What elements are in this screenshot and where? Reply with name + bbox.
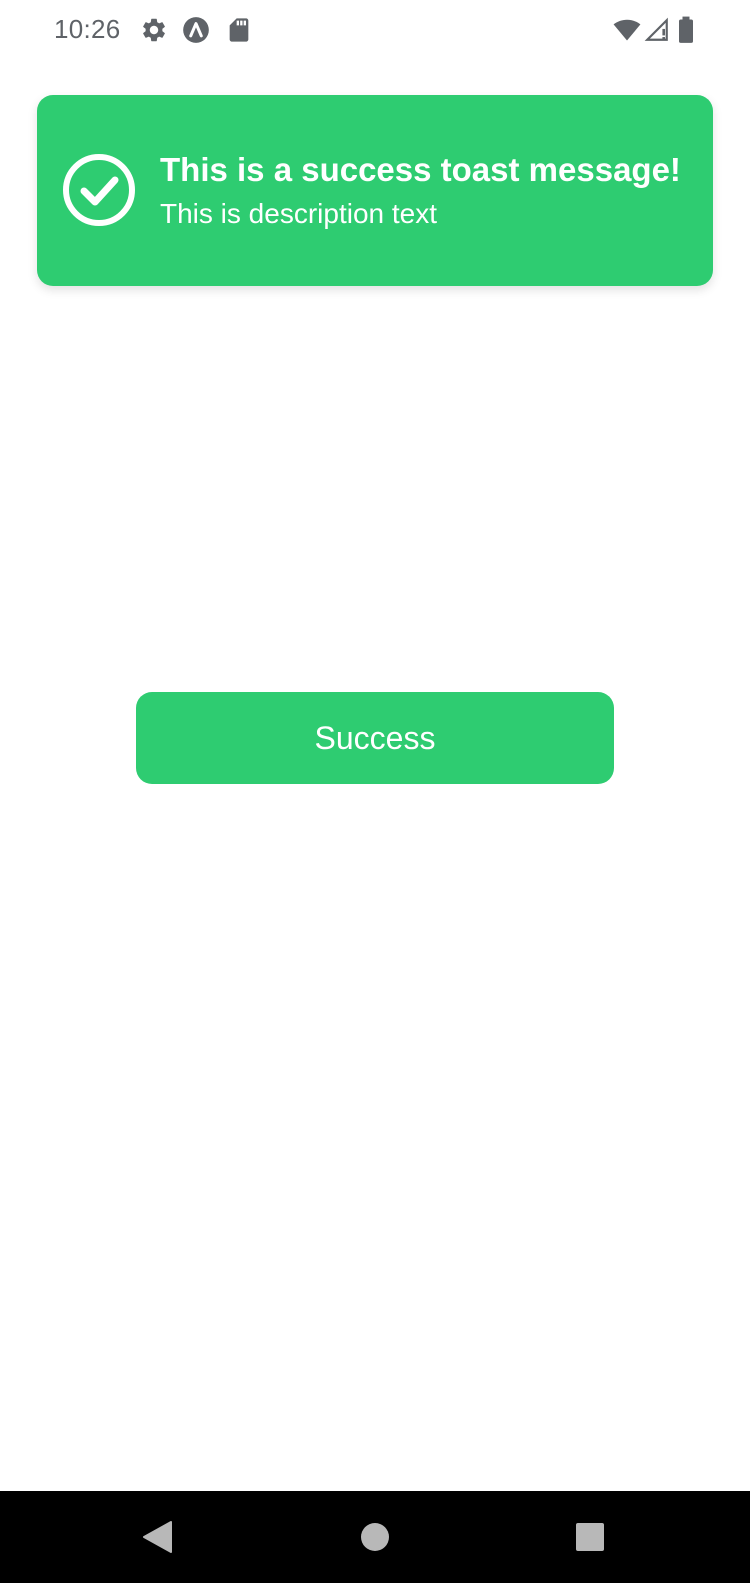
navigation-bar (0, 1491, 750, 1583)
sd-card-icon (225, 16, 253, 44)
battery-icon (676, 16, 696, 44)
cellular-signal-icon (644, 16, 670, 44)
status-bar: 10:26 (0, 0, 750, 62)
settings-gear-icon (140, 16, 168, 44)
success-button[interactable]: Success (136, 692, 614, 784)
wifi-icon (612, 16, 642, 44)
toast-description: This is description text (160, 198, 437, 229)
app-a-icon (182, 16, 210, 44)
app-screen: 10:26 This is a success toast message! T… (0, 0, 750, 1583)
home-icon[interactable] (351, 1513, 399, 1561)
back-icon[interactable] (133, 1513, 181, 1561)
toast-title: This is a success toast message! (160, 151, 681, 188)
success-toast[interactable]: This is a success toast message! This is… (37, 95, 713, 286)
check-circle-icon (61, 152, 137, 228)
recents-icon[interactable] (566, 1513, 614, 1561)
status-time: 10:26 (54, 14, 121, 44)
